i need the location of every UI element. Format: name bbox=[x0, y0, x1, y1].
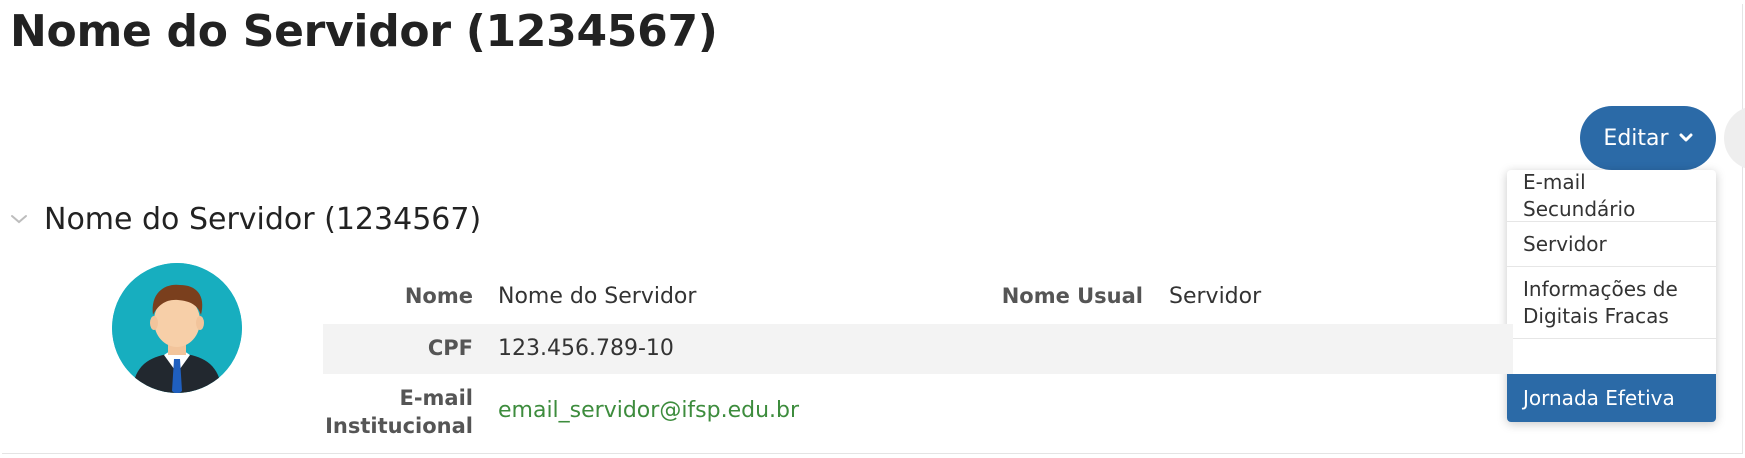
table-row: E-mail Institucional email_servidor@ifsp… bbox=[323, 374, 1513, 446]
field-label-nome: Nome bbox=[404, 284, 473, 308]
field-label-email-line2: Institucional bbox=[325, 414, 473, 438]
menu-item-label: Servidor bbox=[1523, 231, 1607, 256]
menu-item-label: Jornada Efetiva bbox=[1523, 385, 1675, 410]
email-link[interactable]: email_servidor@ifsp.edu.br bbox=[498, 398, 799, 423]
menu-item-label: Informações de bbox=[1523, 276, 1678, 301]
field-value-nome-usual: Servidor bbox=[1169, 284, 1262, 309]
chevron-down-icon[interactable] bbox=[10, 209, 30, 230]
menu-item-label: Secundário bbox=[1523, 196, 1636, 221]
menu-item-label: E-mail bbox=[1523, 170, 1586, 194]
chevron-down-icon bbox=[1679, 131, 1693, 147]
section-title: Nome do Servidor (1234567) bbox=[44, 202, 482, 237]
person-avatar-icon bbox=[112, 263, 242, 393]
edit-button-label: Editar bbox=[1603, 125, 1669, 151]
edit-dropdown-menu: E-mail Secundário Servidor Informações d… bbox=[1507, 170, 1716, 422]
edit-button[interactable]: Editar bbox=[1580, 106, 1716, 170]
menu-item-jornada-efetiva[interactable]: Jornada Efetiva bbox=[1507, 374, 1716, 422]
table-row: Nome Nome do Servidor Nome Usual Servido… bbox=[323, 274, 1513, 324]
table-row: CPF 123.456.789-10 bbox=[323, 324, 1513, 374]
section-header[interactable]: Nome do Servidor (1234567) bbox=[10, 202, 481, 237]
page-title: Nome do Servidor (1234567) bbox=[10, 6, 718, 57]
profile-details-table: Nome Nome do Servidor Nome Usual Servido… bbox=[323, 274, 1513, 446]
field-label-nome-usual: Nome Usual bbox=[1001, 284, 1143, 308]
menu-divider bbox=[1507, 338, 1716, 339]
field-label-email-line1: E-mail bbox=[399, 386, 473, 410]
menu-item-digitais-fracas[interactable]: Informações de Digitais Fracas bbox=[1507, 267, 1716, 338]
field-label-cpf: CPF bbox=[427, 336, 473, 360]
menu-item-label: Digitais Fracas bbox=[1523, 303, 1669, 328]
field-value-cpf: 123.456.789-10 bbox=[498, 336, 674, 361]
menu-item-servidor[interactable]: Servidor bbox=[1507, 222, 1716, 266]
field-value-nome: Nome do Servidor bbox=[498, 284, 697, 309]
field-label-email: E-mail Institucional bbox=[323, 384, 473, 440]
menu-item-email-secundario[interactable]: E-mail Secundário bbox=[1507, 170, 1716, 221]
